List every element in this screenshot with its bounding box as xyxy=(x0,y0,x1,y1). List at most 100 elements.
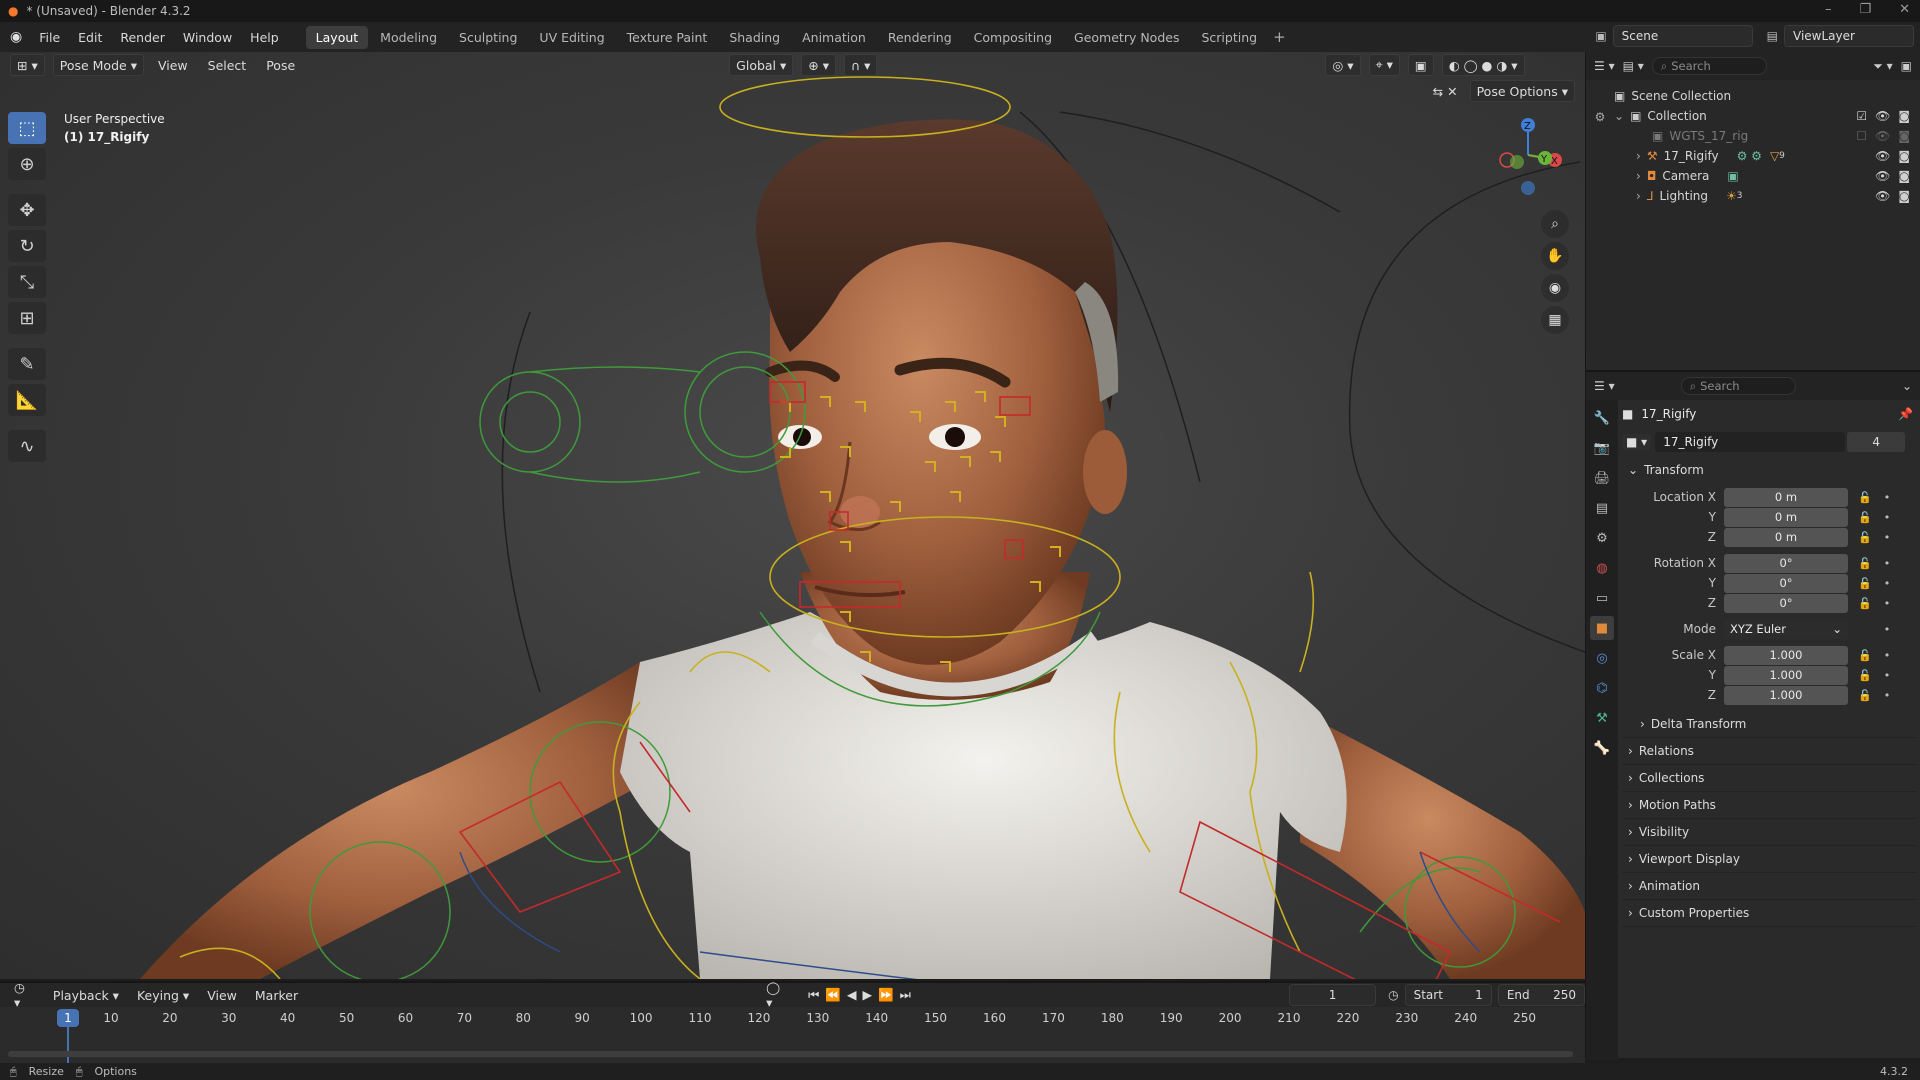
pan-hand-icon[interactable]: ✋ xyxy=(1541,242,1569,270)
eye-icon[interactable]: 👁 xyxy=(1875,149,1890,163)
custom-properties-section[interactable]: › Custom Properties xyxy=(1622,900,1917,927)
lock-icon[interactable]: 🔓 xyxy=(1858,689,1872,702)
camera-icon[interactable]: ◙ xyxy=(1898,169,1910,183)
visibility-section[interactable]: › Visibility xyxy=(1622,819,1917,846)
transform-section-header[interactable]: ⌄ Transform xyxy=(1622,456,1917,483)
tree-collection[interactable]: ⌄ ▣ Collection ☑ 👁 ◙ xyxy=(1586,106,1920,126)
outliner-search-input[interactable]: ⌕ Search xyxy=(1651,57,1767,75)
timeline-view-menu[interactable]: View xyxy=(201,984,243,1006)
tab-texture-paint[interactable]: Texture Paint xyxy=(617,26,718,49)
gizmo-icon[interactable]: ⌖ ▾ xyxy=(1368,54,1400,76)
eye-icon[interactable]: 👁 xyxy=(1875,189,1890,203)
rotation-z-field[interactable]: 0° xyxy=(1724,593,1848,613)
axis-gizmo-icon[interactable]: Z X Y xyxy=(1483,110,1573,200)
select-box-icon[interactable]: ⬚ xyxy=(8,112,46,144)
menu-view[interactable]: View xyxy=(152,54,194,76)
lock-icon[interactable]: 🔓 xyxy=(1858,557,1872,570)
timeline-area[interactable]: 1 10 20 30 40 50 60 70 80 90 100 110 120 130 140 150 16… xyxy=(0,1007,1585,1063)
keyframe-dot-icon[interactable]: • xyxy=(1884,597,1891,610)
start-frame-field[interactable]: Start 1 xyxy=(1404,984,1492,1006)
marker-menu[interactable]: Marker xyxy=(249,984,304,1006)
editor-type-button[interactable]: ⊞ ▾ xyxy=(10,54,45,76)
properties-editor-icon[interactable]: ☰ ▾ xyxy=(1594,379,1615,393)
checkbox-icon[interactable]: ☑ xyxy=(1856,109,1867,123)
users-count[interactable]: 4 xyxy=(1847,432,1906,452)
collections-section[interactable]: › Collections xyxy=(1622,765,1917,792)
lock-icon[interactable]: 🔓 xyxy=(1858,491,1872,504)
scene-field[interactable]: Scene xyxy=(1612,25,1753,47)
rotation-y-field[interactable]: 0° xyxy=(1724,573,1848,593)
mirror-icon[interactable]: ⇆ ✕ xyxy=(1427,80,1464,102)
tab-sculpting[interactable]: Sculpting xyxy=(449,26,527,49)
cursor-icon[interactable]: ⊕ xyxy=(8,148,46,180)
display-mode-icon[interactable]: ▤ ▾ xyxy=(1623,59,1644,73)
scene-tab-icon[interactable]: ⚙ xyxy=(1590,526,1614,550)
camera-icon[interactable]: ◙ xyxy=(1898,189,1910,203)
clock-icon[interactable]: ◷ xyxy=(1388,988,1398,1002)
blender-menu-icon[interactable]: ◉ xyxy=(0,29,30,45)
world-tab-icon[interactable]: ◍ xyxy=(1590,556,1614,580)
transform-icon[interactable]: ⊞ xyxy=(8,302,46,334)
expand-arrow-icon[interactable]: › xyxy=(1636,149,1641,163)
tree-scene-collection[interactable]: ▣ Scene Collection xyxy=(1586,86,1920,106)
character-scene[interactable] xyxy=(0,52,1585,979)
modifier-tab-icon[interactable]: ◎ xyxy=(1590,646,1614,670)
keyframe-dot-icon[interactable]: • xyxy=(1884,511,1891,524)
zoom-icon[interactable]: ⌕ xyxy=(1541,210,1569,238)
transform-orientation-dropdown[interactable]: Global ▾ xyxy=(729,54,794,76)
tree-camera[interactable]: › ◘ Camera ▣ 👁 ◙ xyxy=(1586,166,1920,186)
armature-data-tab-icon[interactable]: ⚒ xyxy=(1590,706,1614,730)
playback-menu[interactable]: Playback ▾ xyxy=(47,984,125,1006)
menu-render[interactable]: Render xyxy=(111,30,174,45)
mode-dropdown[interactable]: Pose Mode ▾ xyxy=(52,54,144,76)
location-x-field[interactable]: 0 m xyxy=(1724,487,1848,507)
frame-cursor[interactable]: 1 xyxy=(57,1009,79,1027)
menu-pose[interactable]: Pose xyxy=(260,54,301,76)
checkbox-icon[interactable]: ☐ xyxy=(1856,129,1867,143)
menu-window[interactable]: Window xyxy=(174,30,241,45)
constraint-tab-icon[interactable]: ⌬ xyxy=(1590,676,1614,700)
rotation-x-field[interactable]: 0° xyxy=(1724,553,1848,573)
eye-icon[interactable]: 👁 xyxy=(1875,109,1890,123)
relax-icon[interactable]: ∿ xyxy=(8,430,46,462)
add-workspace-icon[interactable]: + xyxy=(1269,28,1286,46)
overlays-icon[interactable]: ◎ ▾ xyxy=(1325,54,1361,76)
scale-y-field[interactable]: 1.000 xyxy=(1724,665,1848,685)
navigation-gizmo[interactable]: Z X Y ⌕ ✋ ◉ ▦ xyxy=(1483,110,1573,350)
object-name-field[interactable]: 17_Rigify xyxy=(1655,432,1846,452)
tool-tab-icon[interactable]: 🔧 xyxy=(1590,406,1614,430)
measure-icon[interactable]: 📐 xyxy=(8,384,46,416)
minimize-button[interactable]: – xyxy=(1825,2,1832,17)
expand-arrow-icon[interactable]: › xyxy=(1636,169,1641,183)
scale-icon[interactable]: ⤡ xyxy=(8,266,46,298)
tab-scripting[interactable]: Scripting xyxy=(1191,26,1267,49)
pin-icon[interactable]: 📌 xyxy=(1898,407,1913,421)
view-layer-tab-icon[interactable]: ▤ xyxy=(1590,496,1614,520)
playback-controls[interactable]: ⏮⏪◀▶⏩⏭ xyxy=(802,984,923,1006)
tab-compositing[interactable]: Compositing xyxy=(964,26,1062,49)
outliner-editor-icon[interactable]: ☰ ▾ xyxy=(1594,59,1615,73)
restrict-toggles-icon[interactable]: ⚙ xyxy=(1595,110,1606,124)
eye-icon[interactable]: 👁 xyxy=(1875,169,1890,183)
auto-keying-icon[interactable]: ◯ ▾ xyxy=(760,980,796,1010)
tab-shading[interactable]: Shading xyxy=(719,26,790,49)
timeline-editor-icon[interactable]: ◷ ▾ xyxy=(8,980,41,1010)
keyframe-dot-icon[interactable]: • xyxy=(1884,491,1891,504)
tree-lighting[interactable]: › ⅃ Lighting ☀ 3 👁 ◙ xyxy=(1586,186,1920,206)
filter-icon[interactable]: ⏷ ▾ xyxy=(1873,59,1892,74)
shading-modes-icon[interactable]: ◐ ◯ ● ◑ ▾ xyxy=(1441,54,1525,76)
keyframe-dot-icon[interactable]: • xyxy=(1884,649,1891,662)
rotation-mode-dropdown[interactable]: XYZ Euler ⌄ xyxy=(1724,619,1848,639)
keyframe-dot-icon[interactable]: • xyxy=(1884,623,1891,636)
tab-uv-editing[interactable]: UV Editing xyxy=(529,26,614,49)
lock-icon[interactable]: 🔓 xyxy=(1858,597,1872,610)
menu-help[interactable]: Help xyxy=(241,30,288,45)
menu-file[interactable]: File xyxy=(30,30,69,45)
3d-viewport[interactable]: ⊞ ▾ Pose Mode ▾ View Select Pose Global … xyxy=(0,52,1585,979)
annotate-icon[interactable]: ✎ xyxy=(8,348,46,380)
expand-arrow-icon[interactable]: ⌄ xyxy=(1614,109,1624,123)
viewport-display-section[interactable]: › Viewport Display xyxy=(1622,846,1917,873)
keyframe-dot-icon[interactable]: • xyxy=(1884,557,1891,570)
delta-transform-header[interactable]: › Delta Transform xyxy=(1622,711,1917,738)
eye-icon[interactable]: 👁 xyxy=(1875,129,1890,143)
